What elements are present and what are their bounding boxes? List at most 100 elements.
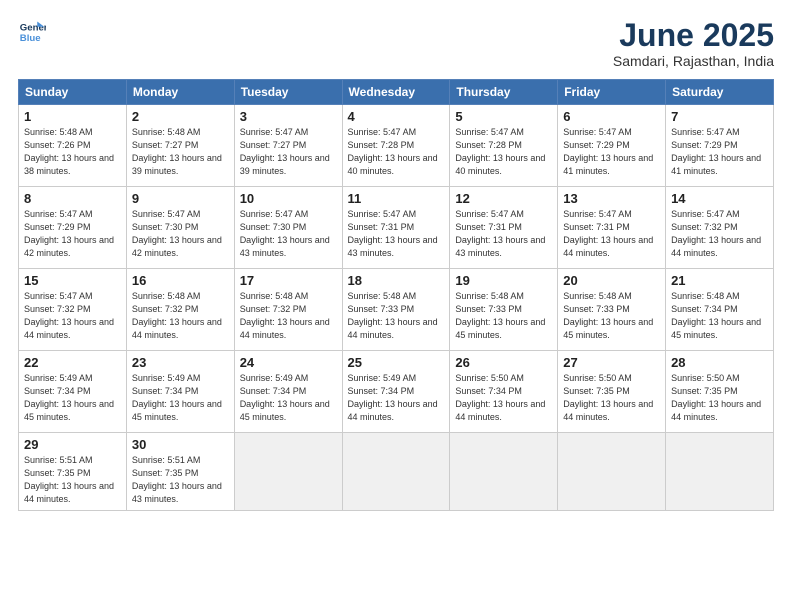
day-number: 20 bbox=[563, 273, 660, 288]
day-number: 14 bbox=[671, 191, 768, 206]
day-cell-30: 30 Sunrise: 5:51 AMSunset: 7:35 PMDaylig… bbox=[126, 433, 234, 511]
header-sunday: Sunday bbox=[19, 80, 127, 105]
header-monday: Monday bbox=[126, 80, 234, 105]
day-info: Sunrise: 5:50 AMSunset: 7:35 PMDaylight:… bbox=[563, 373, 653, 422]
day-number: 22 bbox=[24, 355, 121, 370]
day-info: Sunrise: 5:47 AMSunset: 7:32 PMDaylight:… bbox=[671, 209, 761, 258]
day-info: Sunrise: 5:48 AMSunset: 7:26 PMDaylight:… bbox=[24, 127, 114, 176]
day-number: 13 bbox=[563, 191, 660, 206]
calendar-week-row: 22 Sunrise: 5:49 AMSunset: 7:34 PMDaylig… bbox=[19, 351, 774, 433]
header-saturday: Saturday bbox=[666, 80, 774, 105]
day-info: Sunrise: 5:47 AMSunset: 7:30 PMDaylight:… bbox=[132, 209, 222, 258]
day-cell-8: 8 Sunrise: 5:47 AMSunset: 7:29 PMDayligh… bbox=[19, 187, 127, 269]
day-info: Sunrise: 5:48 AMSunset: 7:33 PMDaylight:… bbox=[563, 291, 653, 340]
day-cell-12: 12 Sunrise: 5:47 AMSunset: 7:31 PMDaylig… bbox=[450, 187, 558, 269]
day-number: 19 bbox=[455, 273, 552, 288]
day-info: Sunrise: 5:50 AMSunset: 7:34 PMDaylight:… bbox=[455, 373, 545, 422]
header-wednesday: Wednesday bbox=[342, 80, 450, 105]
day-info: Sunrise: 5:47 AMSunset: 7:31 PMDaylight:… bbox=[563, 209, 653, 258]
calendar-week-row: 15 Sunrise: 5:47 AMSunset: 7:32 PMDaylig… bbox=[19, 269, 774, 351]
empty-cell bbox=[234, 433, 342, 511]
header-tuesday: Tuesday bbox=[234, 80, 342, 105]
day-info: Sunrise: 5:49 AMSunset: 7:34 PMDaylight:… bbox=[24, 373, 114, 422]
day-number: 9 bbox=[132, 191, 229, 206]
day-info: Sunrise: 5:47 AMSunset: 7:29 PMDaylight:… bbox=[24, 209, 114, 258]
day-cell-13: 13 Sunrise: 5:47 AMSunset: 7:31 PMDaylig… bbox=[558, 187, 666, 269]
day-cell-18: 18 Sunrise: 5:48 AMSunset: 7:33 PMDaylig… bbox=[342, 269, 450, 351]
header-thursday: Thursday bbox=[450, 80, 558, 105]
svg-text:Blue: Blue bbox=[20, 33, 41, 44]
empty-cell bbox=[558, 433, 666, 511]
day-info: Sunrise: 5:48 AMSunset: 7:33 PMDaylight:… bbox=[455, 291, 545, 340]
empty-cell bbox=[450, 433, 558, 511]
day-cell-5: 5 Sunrise: 5:47 AMSunset: 7:28 PMDayligh… bbox=[450, 105, 558, 187]
day-number: 1 bbox=[24, 109, 121, 124]
day-info: Sunrise: 5:47 AMSunset: 7:28 PMDaylight:… bbox=[348, 127, 438, 176]
day-info: Sunrise: 5:50 AMSunset: 7:35 PMDaylight:… bbox=[671, 373, 761, 422]
day-info: Sunrise: 5:47 AMSunset: 7:32 PMDaylight:… bbox=[24, 291, 114, 340]
day-number: 29 bbox=[24, 437, 121, 452]
empty-cell bbox=[666, 433, 774, 511]
day-info: Sunrise: 5:47 AMSunset: 7:31 PMDaylight:… bbox=[348, 209, 438, 258]
day-info: Sunrise: 5:48 AMSunset: 7:32 PMDaylight:… bbox=[240, 291, 330, 340]
empty-cell bbox=[342, 433, 450, 511]
day-cell-2: 2 Sunrise: 5:48 AMSunset: 7:27 PMDayligh… bbox=[126, 105, 234, 187]
day-number: 7 bbox=[671, 109, 768, 124]
day-cell-9: 9 Sunrise: 5:47 AMSunset: 7:30 PMDayligh… bbox=[126, 187, 234, 269]
day-info: Sunrise: 5:48 AMSunset: 7:34 PMDaylight:… bbox=[671, 291, 761, 340]
calendar-week-row: 29 Sunrise: 5:51 AMSunset: 7:35 PMDaylig… bbox=[19, 433, 774, 511]
day-cell-4: 4 Sunrise: 5:47 AMSunset: 7:28 PMDayligh… bbox=[342, 105, 450, 187]
day-number: 27 bbox=[563, 355, 660, 370]
day-info: Sunrise: 5:47 AMSunset: 7:27 PMDaylight:… bbox=[240, 127, 330, 176]
day-number: 6 bbox=[563, 109, 660, 124]
day-number: 5 bbox=[455, 109, 552, 124]
day-info: Sunrise: 5:47 AMSunset: 7:29 PMDaylight:… bbox=[671, 127, 761, 176]
weekday-header-row: Sunday Monday Tuesday Wednesday Thursday… bbox=[19, 80, 774, 105]
day-number: 23 bbox=[132, 355, 229, 370]
day-cell-20: 20 Sunrise: 5:48 AMSunset: 7:33 PMDaylig… bbox=[558, 269, 666, 351]
day-number: 10 bbox=[240, 191, 337, 206]
calendar-week-row: 1 Sunrise: 5:48 AMSunset: 7:26 PMDayligh… bbox=[19, 105, 774, 187]
day-number: 30 bbox=[132, 437, 229, 452]
day-info: Sunrise: 5:48 AMSunset: 7:33 PMDaylight:… bbox=[348, 291, 438, 340]
day-info: Sunrise: 5:51 AMSunset: 7:35 PMDaylight:… bbox=[132, 455, 222, 504]
day-cell-17: 17 Sunrise: 5:48 AMSunset: 7:32 PMDaylig… bbox=[234, 269, 342, 351]
day-cell-16: 16 Sunrise: 5:48 AMSunset: 7:32 PMDaylig… bbox=[126, 269, 234, 351]
location: Samdari, Rajasthan, India bbox=[613, 53, 774, 69]
calendar-page: General Blue June 2025 Samdari, Rajastha… bbox=[0, 0, 792, 612]
day-info: Sunrise: 5:49 AMSunset: 7:34 PMDaylight:… bbox=[132, 373, 222, 422]
day-info: Sunrise: 5:49 AMSunset: 7:34 PMDaylight:… bbox=[240, 373, 330, 422]
title-block: June 2025 Samdari, Rajasthan, India bbox=[613, 18, 774, 69]
calendar-week-row: 8 Sunrise: 5:47 AMSunset: 7:29 PMDayligh… bbox=[19, 187, 774, 269]
day-info: Sunrise: 5:47 AMSunset: 7:29 PMDaylight:… bbox=[563, 127, 653, 176]
day-cell-6: 6 Sunrise: 5:47 AMSunset: 7:29 PMDayligh… bbox=[558, 105, 666, 187]
day-cell-19: 19 Sunrise: 5:48 AMSunset: 7:33 PMDaylig… bbox=[450, 269, 558, 351]
day-number: 12 bbox=[455, 191, 552, 206]
logo-icon: General Blue bbox=[18, 18, 46, 46]
day-number: 8 bbox=[24, 191, 121, 206]
day-cell-10: 10 Sunrise: 5:47 AMSunset: 7:30 PMDaylig… bbox=[234, 187, 342, 269]
day-cell-21: 21 Sunrise: 5:48 AMSunset: 7:34 PMDaylig… bbox=[666, 269, 774, 351]
day-cell-22: 22 Sunrise: 5:49 AMSunset: 7:34 PMDaylig… bbox=[19, 351, 127, 433]
day-info: Sunrise: 5:47 AMSunset: 7:31 PMDaylight:… bbox=[455, 209, 545, 258]
day-info: Sunrise: 5:48 AMSunset: 7:32 PMDaylight:… bbox=[132, 291, 222, 340]
day-cell-23: 23 Sunrise: 5:49 AMSunset: 7:34 PMDaylig… bbox=[126, 351, 234, 433]
day-cell-11: 11 Sunrise: 5:47 AMSunset: 7:31 PMDaylig… bbox=[342, 187, 450, 269]
day-cell-26: 26 Sunrise: 5:50 AMSunset: 7:34 PMDaylig… bbox=[450, 351, 558, 433]
day-number: 24 bbox=[240, 355, 337, 370]
day-number: 15 bbox=[24, 273, 121, 288]
day-cell-28: 28 Sunrise: 5:50 AMSunset: 7:35 PMDaylig… bbox=[666, 351, 774, 433]
calendar-table: Sunday Monday Tuesday Wednesday Thursday… bbox=[18, 79, 774, 511]
day-number: 28 bbox=[671, 355, 768, 370]
day-info: Sunrise: 5:47 AMSunset: 7:30 PMDaylight:… bbox=[240, 209, 330, 258]
day-cell-3: 3 Sunrise: 5:47 AMSunset: 7:27 PMDayligh… bbox=[234, 105, 342, 187]
day-number: 4 bbox=[348, 109, 445, 124]
day-info: Sunrise: 5:49 AMSunset: 7:34 PMDaylight:… bbox=[348, 373, 438, 422]
day-number: 16 bbox=[132, 273, 229, 288]
day-number: 11 bbox=[348, 191, 445, 206]
day-info: Sunrise: 5:47 AMSunset: 7:28 PMDaylight:… bbox=[455, 127, 545, 176]
day-number: 21 bbox=[671, 273, 768, 288]
day-cell-27: 27 Sunrise: 5:50 AMSunset: 7:35 PMDaylig… bbox=[558, 351, 666, 433]
day-number: 2 bbox=[132, 109, 229, 124]
day-number: 17 bbox=[240, 273, 337, 288]
